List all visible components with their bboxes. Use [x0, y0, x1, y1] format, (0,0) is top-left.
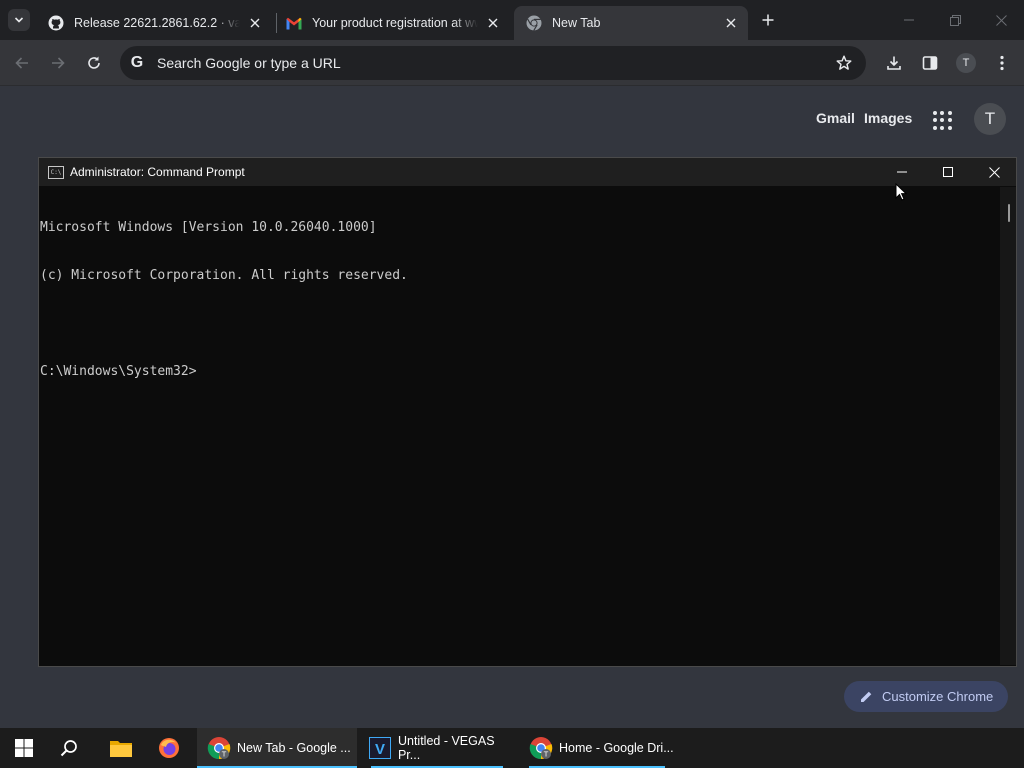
cmd-maximize-button[interactable] — [925, 158, 971, 186]
gmail-link[interactable]: Gmail — [816, 110, 855, 128]
svg-text:V: V — [375, 741, 385, 758]
google-apps-icon[interactable] — [930, 108, 954, 132]
close-tab-icon[interactable] — [722, 14, 740, 32]
start-button[interactable] — [13, 737, 35, 759]
bookmark-star-button[interactable] — [834, 53, 854, 73]
github-icon — [48, 15, 64, 31]
three-dots-vertical-icon — [1000, 55, 1004, 71]
svg-text:T: T — [543, 751, 549, 759]
taskbar: T New Tab - Google ... V Untitled - VEGA… — [0, 728, 1024, 768]
close-icon — [995, 14, 1007, 26]
side-panel-button[interactable] — [918, 51, 942, 75]
browser-restore-button[interactable] — [932, 0, 978, 40]
firefox-icon — [158, 736, 180, 760]
chrome-menu-button[interactable] — [990, 51, 1014, 75]
cmd-scrollbar-thumb[interactable] — [1008, 204, 1010, 222]
tab-search-button[interactable] — [8, 9, 30, 31]
tab-title: Release 22621.2861.62.2 · valinet — [74, 16, 240, 30]
chrome-icon: T — [529, 736, 553, 760]
new-tab-button[interactable] — [757, 9, 779, 31]
browser-tab-new-tab[interactable]: New Tab — [514, 6, 748, 40]
plus-icon — [762, 14, 774, 26]
svg-text:T: T — [221, 751, 227, 759]
address-bar-input[interactable] — [157, 55, 834, 71]
browser-tab-gmail[interactable]: Your product registration at www — [274, 6, 510, 40]
taskbar-app-chrome-new-tab[interactable]: T New Tab - Google ... — [197, 728, 357, 768]
chrome-icon: T — [207, 736, 231, 760]
restore-icon — [949, 14, 961, 26]
close-tab-icon[interactable] — [246, 14, 264, 32]
console-line: (c) Microsoft Corporation. All rights re… — [40, 268, 408, 283]
browser-minimize-button[interactable] — [886, 0, 932, 40]
chrome-icon — [526, 15, 542, 31]
console-prompt-line: C:\Windows\System32> — [40, 364, 197, 379]
taskbar-firefox[interactable] — [158, 728, 186, 768]
minimize-icon — [904, 19, 914, 21]
console-line: Microsoft Windows [Version 10.0.26040.10… — [40, 220, 377, 235]
side-panel-icon — [922, 56, 938, 70]
cmd-console-output[interactable]: Microsoft Windows [Version 10.0.26040.10… — [39, 187, 999, 665]
command-prompt-window[interactable]: C:\ Administrator: Command Prompt Micros… — [38, 157, 1017, 667]
tab-title: New Tab — [552, 16, 601, 30]
cmd-window-title: Administrator: Command Prompt — [70, 165, 245, 179]
browser-toolbar: G T — [0, 40, 1024, 86]
chevron-down-icon — [14, 17, 24, 23]
browser-close-button[interactable] — [978, 0, 1024, 40]
forward-arrow-icon — [52, 57, 65, 69]
downloads-button[interactable] — [882, 51, 906, 75]
taskbar-app-label: New Tab - Google ... — [237, 741, 351, 755]
command-prompt-icon: C:\ — [48, 165, 64, 179]
mouse-cursor-icon — [895, 183, 907, 201]
taskbar-app-label: Untitled - VEGAS Pr... — [397, 734, 495, 762]
back-arrow-icon — [15, 57, 28, 69]
customize-chrome-button[interactable]: Customize Chrome — [844, 681, 1008, 712]
search-icon — [58, 736, 80, 760]
profile-button[interactable]: T — [954, 51, 978, 75]
cmd-minimize-button[interactable] — [879, 158, 925, 186]
reload-button[interactable] — [82, 51, 106, 75]
star-icon — [836, 55, 852, 70]
pencil-icon — [859, 690, 873, 704]
gmail-icon — [286, 15, 302, 31]
download-icon — [887, 56, 901, 70]
forward-button[interactable] — [46, 51, 70, 75]
close-tab-icon[interactable] — [484, 14, 502, 32]
taskbar-app-label: Home - Google Dri... — [559, 741, 674, 755]
taskbar-app-chrome-google-drive[interactable]: T Home - Google Dri... — [519, 728, 675, 768]
back-button[interactable] — [10, 51, 34, 75]
customize-chrome-label: Customize Chrome — [882, 689, 994, 704]
cmd-scrollbar[interactable] — [1000, 187, 1016, 665]
taskbar-file-explorer[interactable] — [109, 728, 137, 768]
omnibox[interactable]: G — [120, 46, 866, 80]
minimize-icon — [897, 171, 907, 173]
taskbar-search-button[interactable] — [58, 728, 86, 768]
maximize-icon — [943, 167, 953, 177]
windows-logo-icon — [15, 739, 33, 757]
cmd-title-bar[interactable]: C:\ Administrator: Command Prompt — [39, 158, 1016, 186]
browser-tab-github[interactable]: Release 22621.2861.62.2 · valinet — [36, 6, 272, 40]
cmd-close-button[interactable] — [971, 158, 1017, 186]
google-account-avatar[interactable]: T — [974, 103, 1006, 135]
taskbar-app-vegas[interactable]: V Untitled - VEGAS Pr... — [359, 728, 515, 768]
reload-icon — [88, 56, 100, 69]
browser-tab-strip: Release 22621.2861.62.2 · valinet Your p… — [0, 0, 1024, 40]
close-icon — [988, 166, 1000, 178]
vegas-icon: V — [369, 736, 392, 760]
images-link[interactable]: Images — [864, 110, 912, 128]
tab-title: Your product registration at www — [312, 16, 478, 30]
profile-avatar: T — [956, 53, 976, 73]
google-g-icon: G — [130, 54, 144, 71]
folder-icon — [109, 736, 133, 760]
